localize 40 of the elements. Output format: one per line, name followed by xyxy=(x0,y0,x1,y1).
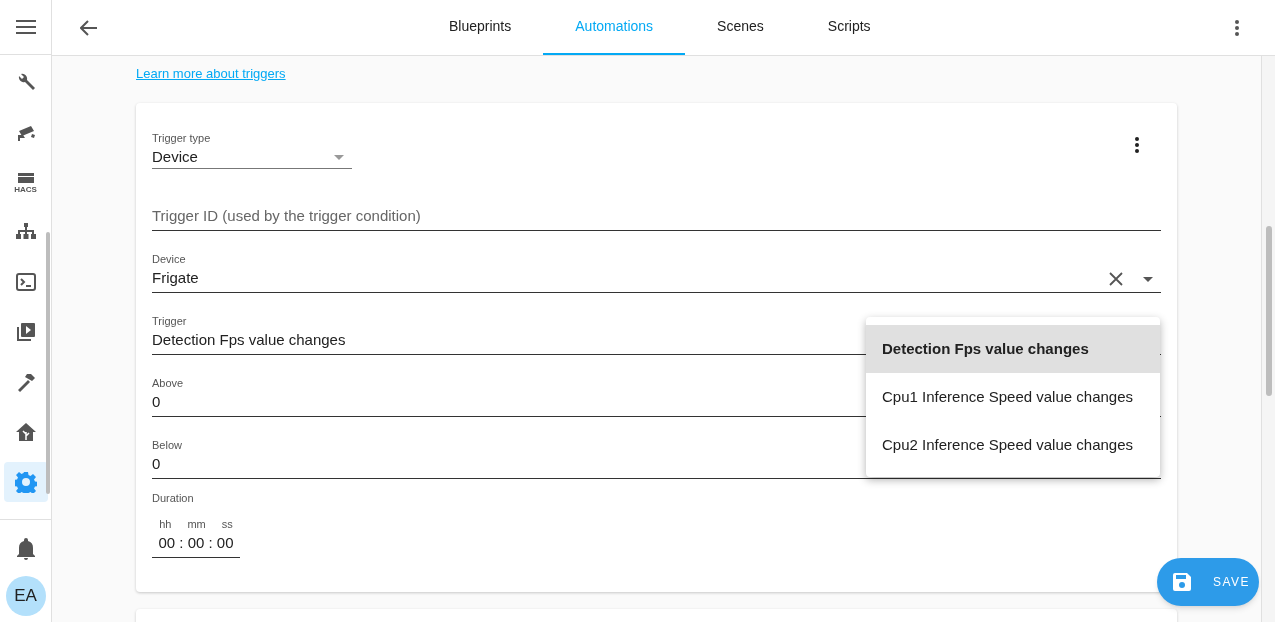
duration-field[interactable]: hh mm ss 00 : 00 : 00 xyxy=(152,517,240,558)
field-value: Detection Fps value changes xyxy=(152,330,346,350)
field-placeholder: Trigger ID (used by the trigger condition) xyxy=(152,206,421,226)
trigger-type-select[interactable]: Trigger type Device xyxy=(152,131,352,169)
input-field[interactable]: Trigger ID (used by the trigger condition) xyxy=(152,193,1161,231)
bell-icon[interactable] xyxy=(15,538,36,560)
field-label: Below xyxy=(152,438,182,452)
sidebar-item[interactable]: HACS xyxy=(3,162,48,202)
back-arrow-icon[interactable] xyxy=(80,19,98,36)
menu-item[interactable]: Detection Fps value changes xyxy=(866,325,1160,373)
field-label: Device xyxy=(152,252,186,266)
more-options-icon[interactable] xyxy=(1135,137,1139,153)
dropdown-arrow-icon xyxy=(334,155,344,160)
input-field[interactable]: Device Frigate xyxy=(152,255,1161,293)
field-label: Duration xyxy=(152,491,195,505)
settings-icon xyxy=(14,471,37,493)
tab[interactable]: Scripts xyxy=(795,0,903,55)
clear-icon[interactable] xyxy=(1109,272,1123,286)
home-icon xyxy=(14,421,37,443)
terminal-icon xyxy=(14,271,37,293)
unit-label: ss xyxy=(221,517,233,531)
unit-label: hh xyxy=(159,517,172,531)
sidebar-item[interactable] xyxy=(3,462,48,502)
more-options-icon[interactable] xyxy=(1235,19,1239,36)
field-label: Above xyxy=(152,376,184,390)
user-avatar[interactable]: EA xyxy=(5,576,46,616)
duration-value: 00 : 00 : 00 xyxy=(158,533,234,553)
dropdown-arrow-icon[interactable] xyxy=(1143,276,1153,282)
menu-icon[interactable] xyxy=(15,20,36,34)
tab[interactable]: Scenes xyxy=(685,0,796,55)
unit-label: mm xyxy=(187,517,206,531)
field-value: Frigate xyxy=(152,268,199,288)
field-label: Trigger type xyxy=(152,131,211,145)
tab[interactable]: Blueprints xyxy=(417,0,544,55)
field-value: Device xyxy=(152,147,198,167)
field-value: 0 xyxy=(152,454,161,474)
media-icon xyxy=(14,321,37,343)
field-label: Trigger xyxy=(152,314,187,328)
field-value: 0 xyxy=(152,392,161,412)
hacs-label: HACS xyxy=(14,186,37,194)
